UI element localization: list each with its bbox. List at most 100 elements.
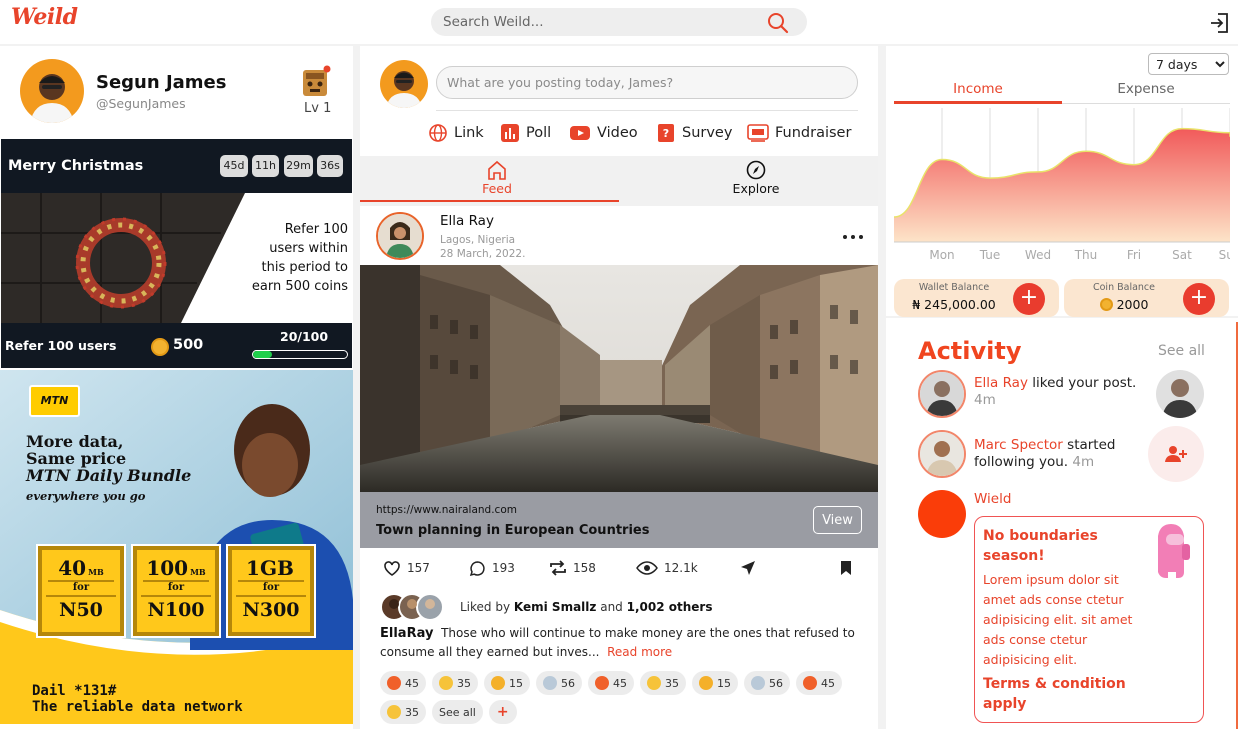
liked-by-name[interactable]: Kemi Smallz [514,600,596,614]
composer-link-label: Link [454,125,484,141]
coin-balance-value: 2000 [1064,297,1184,312]
reaction-chip[interactable]: 35 [640,671,686,695]
liker-avatars[interactable] [380,593,452,621]
reaction-count: 45 [405,676,419,690]
add-wallet-funds-button[interactable]: + [1013,283,1045,315]
comment-count: 193 [492,561,515,575]
post-author-avatar[interactable] [376,212,424,260]
level-badge-icon[interactable] [301,64,331,98]
profile-name[interactable]: Segun James [96,72,226,93]
date-range-select[interactable]: 7 days [1148,53,1229,75]
activity-user-name[interactable]: Marc Spector [974,437,1063,453]
link-title[interactable]: Town planning in European Countries [376,523,649,538]
reaction-count: 45 [613,676,627,690]
send-icon [740,560,756,576]
countdown-days: 45d [220,155,248,177]
logout-icon[interactable] [1210,12,1230,34]
reaction-chip[interactable]: 45 [796,671,842,695]
scream-emoji-icon [543,676,557,690]
x-tick-label: Wed [1025,248,1051,262]
compass-icon [745,160,767,180]
view-link-button[interactable]: View [813,506,862,534]
search-icon[interactable] [767,12,789,34]
tab-explore-label: Explore [732,181,780,196]
bundle-unit: MB [88,567,104,577]
activity-avatar[interactable] [918,430,966,478]
composer-survey-button[interactable]: ? Survey [656,122,732,144]
post-image[interactable] [360,265,878,492]
bookmark-button[interactable] [840,558,852,578]
eye-icon [636,561,658,575]
reaction-chip[interactable]: 35 [432,671,478,695]
wield-avatar [918,490,966,538]
video-icon [569,124,591,142]
bundle-card: 40 MB for N50 [36,544,126,638]
post-composer-field[interactable] [436,66,858,99]
caption-username[interactable]: EllaRay [380,626,433,641]
activity-user-name[interactable]: Ella Ray [974,375,1028,391]
ad-tagline: The reliable data network [32,699,243,715]
search-input[interactable] [431,8,761,36]
tab-income[interactable]: Income [894,81,1062,97]
mtn-advertisement[interactable]: MTN More data, Same price MTN Daily Bund… [0,370,353,724]
tab-feed[interactable]: Feed [368,160,626,196]
liked-by-text[interactable]: Liked by Kemi Smallz and 1,002 others [460,600,712,614]
share-button[interactable] [740,558,756,578]
search-bar[interactable] [431,8,807,36]
composer-poll-label: Poll [526,125,552,141]
x-tick-label: Tue [979,248,1001,262]
bookmark-icon [840,560,852,576]
income-chart: Mon Tue Wed Thu Fri Sat Sun [894,108,1230,262]
reaction-chip[interactable]: 35 [380,700,426,724]
logo[interactable]: Weild [11,4,78,30]
read-more-link[interactable]: Read more [607,645,672,659]
countdown-seconds: 36s [317,155,343,177]
post-author-name[interactable]: Ella Ray [440,213,494,229]
view-count: 12.1k [664,561,698,575]
add-reaction-button[interactable]: + [488,700,517,724]
laugh-emoji-icon [439,676,453,690]
hug-emoji-icon [491,676,505,690]
see-all-activity-link[interactable]: See all [1158,343,1205,359]
laugh-emoji-icon [647,676,661,690]
reaction-chip[interactable]: 45 [588,671,634,695]
reaction-count: 35 [457,676,471,690]
bundle-price: N50 [46,595,116,621]
tab-explore[interactable]: Explore [627,160,885,196]
composer-video-button[interactable]: Video [569,122,638,144]
coin-icon [151,338,169,356]
x-tick-label: Thu [1074,248,1098,262]
x-tick-label: Mon [929,248,954,262]
follow-back-button[interactable] [1148,426,1204,482]
laugh-emoji-icon [387,705,401,719]
like-button[interactable]: 157 [383,558,430,578]
comment-button[interactable]: 193 [469,558,515,578]
tab-feed-label: Feed [482,181,512,196]
reaction-chip[interactable]: 56 [536,671,582,695]
activity-avatar[interactable] [918,370,966,418]
tab-expense[interactable]: Expense [1062,81,1230,97]
more-options-icon[interactable] [843,235,863,239]
promo-terms-link[interactable]: Terms & condition apply [983,674,1143,714]
reaction-chip[interactable]: 15 [484,671,530,695]
link-url[interactable]: https://www.nairaland.com [376,504,517,516]
link-preview-bar[interactable] [360,492,878,548]
liked-post-thumbnail[interactable] [1156,370,1204,418]
composer-link-button[interactable]: Link [428,122,484,144]
post-composer-input[interactable] [437,67,857,98]
bundle-for: for [48,580,114,593]
reaction-chip[interactable]: 15 [692,671,738,695]
composer-fundraiser-button[interactable]: Fundraiser [747,122,851,144]
wield-name[interactable]: Wield [974,491,1011,507]
add-coins-button[interactable]: + [1183,283,1215,315]
bundle-for: for [143,580,209,593]
reaction-count: 35 [405,705,419,719]
reaction-chip[interactable]: 56 [744,671,790,695]
liked-by-others[interactable]: 1,002 others [627,600,713,614]
composer-divider [436,110,858,111]
reaction-chip[interactable]: 45 [380,671,426,695]
repost-button[interactable]: 158 [549,558,596,578]
see-all-reactions-button[interactable]: See all [432,700,483,724]
composer-poll-button[interactable]: Poll [500,122,551,144]
profile-avatar[interactable] [20,59,84,123]
